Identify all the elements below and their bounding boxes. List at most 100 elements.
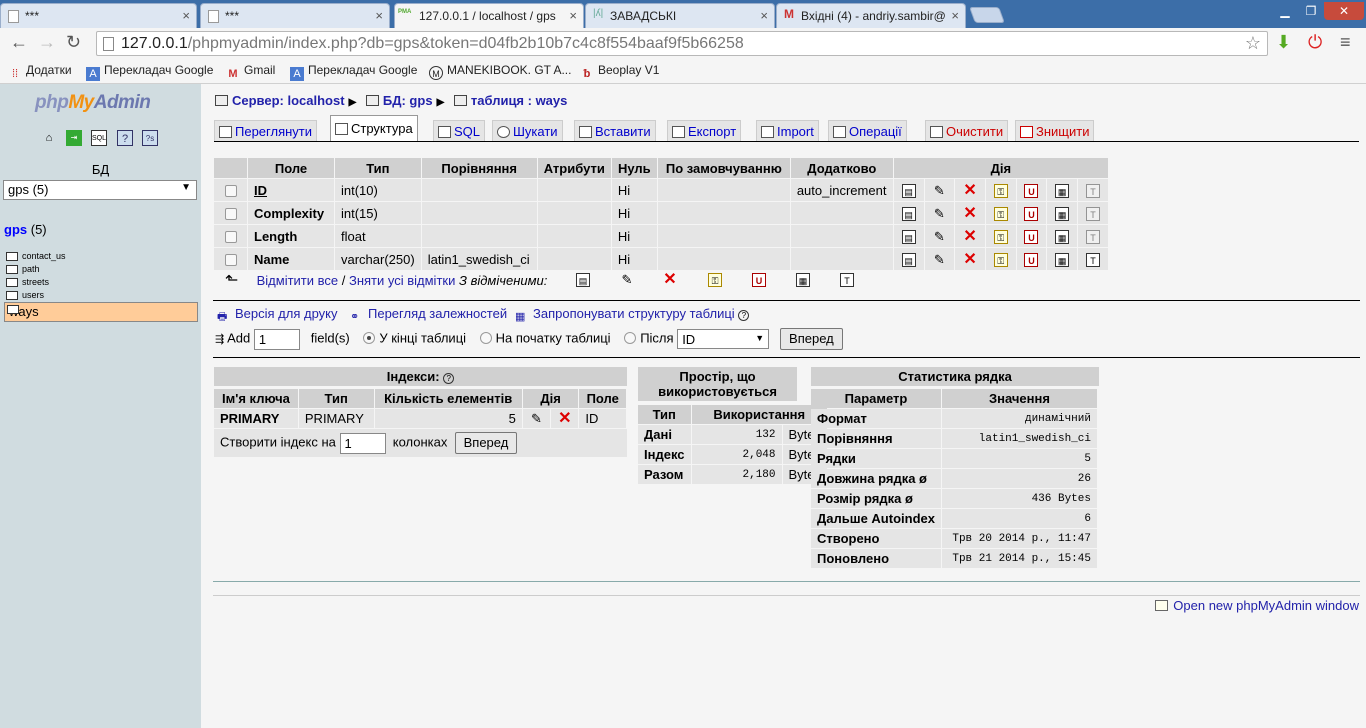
browse-icon[interactable]: ▤	[901, 183, 916, 198]
sidebar-table-ways[interactable]: ways	[4, 302, 198, 322]
sql-docs-icon[interactable]: ?s	[142, 130, 158, 146]
tab-structure[interactable]: Структура	[330, 115, 418, 141]
exit-icon[interactable]: ⇥	[66, 130, 82, 146]
after-field-select[interactable]: ID ▼	[677, 329, 770, 349]
browse-icon[interactable]: ▤	[901, 206, 916, 221]
tab-export[interactable]: Експорт	[667, 120, 742, 141]
tab-import[interactable]: Import	[756, 120, 819, 141]
field-field[interactable]: Length	[248, 225, 334, 247]
maximize-icon[interactable]: ❐	[1298, 2, 1324, 20]
browser-tab[interactable]: M Вхідні (4) - andriy.sambir@ ×	[776, 3, 966, 28]
edit-icon[interactable]: ✎	[932, 206, 946, 221]
edit-selected-icon[interactable]: ✎	[620, 273, 634, 287]
bookmark-manekibook[interactable]: M MANEKIBOOK. GT A...	[429, 63, 571, 80]
edit-icon[interactable]: ✎	[932, 229, 946, 244]
help-icon[interactable]: ?	[443, 373, 455, 384]
database-link[interactable]: gps	[4, 222, 27, 237]
after-radio[interactable]	[624, 332, 637, 345]
breadcrumb-server[interactable]: Сервер: localhost	[232, 93, 345, 108]
close-icon[interactable]: ×	[375, 8, 383, 23]
tab-drop[interactable]: Знищити	[1015, 120, 1095, 141]
back-icon[interactable]: ←	[10, 32, 28, 53]
bookmark-apps[interactable]: ⁞⁞ Додатки	[8, 63, 72, 81]
close-window-icon[interactable]: ✕	[1324, 2, 1364, 20]
index-icon[interactable]: ▦	[1055, 252, 1070, 267]
unique-icon[interactable]: U	[1024, 229, 1039, 244]
browser-tab-active[interactable]: PMA 127.0.0.1 / localhost / gps ×	[394, 3, 584, 28]
close-icon[interactable]: ×	[951, 8, 959, 23]
breadcrumb-table[interactable]: таблиця : ways	[471, 93, 567, 108]
field-field[interactable]: ID	[248, 179, 334, 201]
address-bar[interactable]: 127.0.0.1/phpmyadmin/index.php?db=gps&to…	[96, 31, 1268, 56]
open-new-window-link[interactable]: Open new phpMyAdmin window	[1155, 598, 1359, 613]
fulltext-icon[interactable]: T	[1085, 229, 1100, 244]
tab-sql[interactable]: SQL	[433, 120, 486, 141]
sidebar-table-streets[interactable]: streets	[4, 276, 198, 289]
row-checkbox[interactable]	[224, 253, 237, 266]
at-begin-radio[interactable]	[479, 332, 492, 345]
reload-icon[interactable]: ↻	[66, 32, 81, 53]
propose-structure-link[interactable]: ▦ Запропонувати структуру таблиці ?	[515, 306, 750, 324]
tab-empty[interactable]: Очистити	[925, 120, 1009, 141]
unique-selected-icon[interactable]: U	[752, 273, 766, 287]
drop-icon[interactable]: ✕	[963, 228, 977, 244]
browse-icon[interactable]: ▤	[901, 252, 916, 267]
index-icon[interactable]: ▦	[1055, 229, 1070, 244]
row-checkbox[interactable]	[224, 207, 237, 220]
create-index-go-button[interactable]: Вперед	[454, 432, 518, 454]
primary-key-icon[interactable]: ⚿	[993, 206, 1008, 221]
edit-icon[interactable]: ✎	[932, 252, 946, 267]
fulltext-icon[interactable]: T	[1085, 206, 1100, 221]
tab-search[interactable]: Шукати	[492, 120, 563, 141]
check-all-link[interactable]: Відмітити все	[257, 273, 339, 288]
edit-icon[interactable]: ✎	[932, 183, 946, 198]
field-count-input[interactable]: 1	[253, 328, 300, 350]
primary-selected-icon[interactable]: ⚿	[708, 273, 722, 287]
tab-insert[interactable]: Вставити	[574, 120, 656, 141]
index-columns-input[interactable]: 1	[339, 432, 386, 454]
drop-selected-icon[interactable]: ✕	[663, 272, 677, 288]
fulltext-icon[interactable]: T	[1085, 183, 1100, 198]
bookmark-star-icon[interactable]: ☆	[1245, 33, 1261, 54]
field-field[interactable]: Name	[248, 248, 334, 270]
primary-key-icon[interactable]: ⚿	[993, 183, 1008, 198]
edit-icon[interactable]: ✎	[529, 412, 543, 426]
sidebar-table-users[interactable]: users	[4, 289, 198, 302]
primary-key-icon[interactable]: ⚿	[993, 252, 1008, 267]
adblock-extension-icon[interactable]: ⏻	[1308, 32, 1322, 53]
row-checkbox[interactable]	[224, 230, 237, 243]
browser-tab[interactable]: |ʎ| ЗАВАДСЬКІ ×	[585, 3, 775, 28]
sql-query-icon[interactable]: SQL	[91, 130, 107, 146]
uncheck-all-link[interactable]: Зняти усі відмітки	[349, 273, 455, 288]
fulltext-selected-icon[interactable]: T	[840, 273, 854, 287]
index-selected-icon[interactable]: ▦	[796, 273, 810, 287]
sidebar-table-contact-us[interactable]: contact_us	[4, 250, 198, 263]
breadcrumb-db[interactable]: БД: gps	[383, 93, 433, 108]
drop-icon[interactable]: ✕	[963, 182, 977, 198]
phpmyadmin-logo[interactable]: phpMyAdmin	[35, 92, 151, 114]
bookmark-beoplay[interactable]: ᵬ Beoplay V1	[580, 63, 660, 81]
browser-tab[interactable]: *** ×	[0, 3, 197, 28]
drop-icon[interactable]: ✕	[558, 411, 572, 427]
sidebar-table-path[interactable]: path	[4, 263, 198, 276]
fulltext-icon[interactable]: T	[1085, 252, 1100, 267]
unique-icon[interactable]: U	[1024, 206, 1039, 221]
bookmark-translate[interactable]: A Перекладач Google	[290, 63, 417, 81]
unique-icon[interactable]: U	[1024, 183, 1039, 198]
new-tab-button[interactable]	[969, 7, 1005, 23]
minimize-icon[interactable]: ▁	[1272, 2, 1298, 20]
bookmark-gmail[interactable]: M Gmail	[226, 63, 275, 81]
row-checkbox[interactable]	[224, 184, 237, 197]
primary-key-icon[interactable]: ⚿	[993, 229, 1008, 244]
browse-selected-icon[interactable]: ▤	[576, 273, 590, 287]
help-icon[interactable]: ?	[117, 130, 133, 146]
download-extension-icon[interactable]: ⬇	[1276, 32, 1291, 53]
bookmark-translate[interactable]: A Перекладач Google	[86, 63, 213, 81]
relation-view-link[interactable]: ⚭ Перегляд залежностей	[350, 306, 507, 324]
index-icon[interactable]: ▦	[1055, 206, 1070, 221]
index-icon[interactable]: ▦	[1055, 183, 1070, 198]
browse-icon[interactable]: ▤	[901, 229, 916, 244]
home-icon[interactable]: ⌂	[41, 130, 57, 146]
forward-icon[interactable]: →	[38, 32, 56, 53]
help-icon[interactable]: ?	[738, 310, 750, 321]
